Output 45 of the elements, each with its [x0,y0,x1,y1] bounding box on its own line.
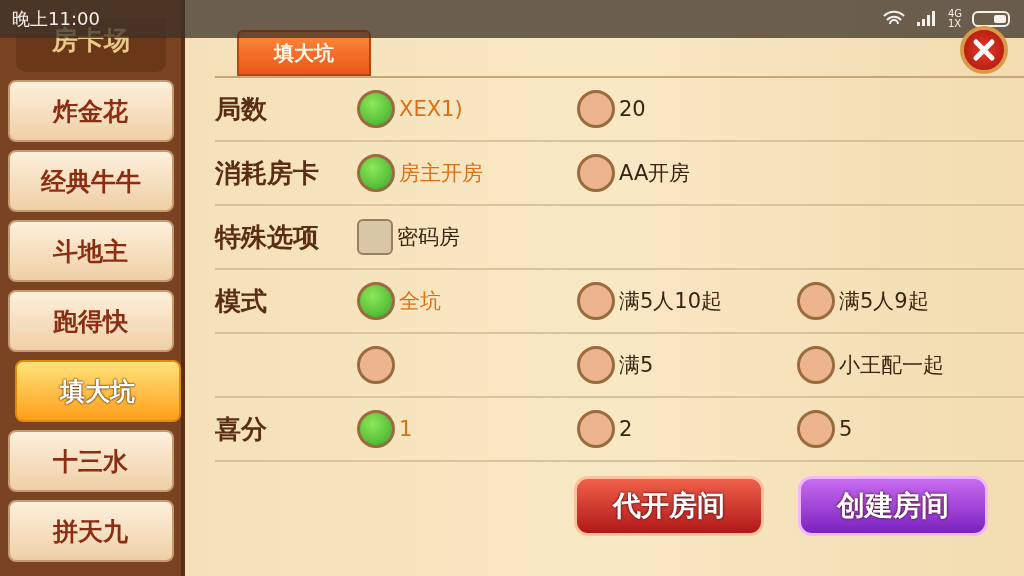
network-type: 4G 1X [947,9,962,29]
option-label: 20 [619,97,646,121]
close-button[interactable] [960,26,1008,74]
option-label: XEX1) [399,97,463,121]
radio-button[interactable] [797,282,835,320]
radio-button[interactable] [357,410,395,448]
game-menu-item[interactable]: 跑得快 [7,290,174,352]
option-label: 全坑 [399,288,441,315]
battery-icon [972,11,1012,27]
game-menu-item[interactable]: 经典牛牛 [7,150,174,212]
radio-button[interactable] [797,346,835,384]
game-menu-item[interactable]: 斗地主 [7,220,174,282]
option-group-label: 消耗房卡 [215,156,320,190]
option-label: 满5人9起 [839,288,929,315]
option-label: 房主开房 [399,160,483,187]
radio-button[interactable] [577,90,615,128]
option-label: 1 [399,417,413,441]
game-menu-item[interactable]: 炸金花 [7,80,174,142]
option-label: 2 [619,417,633,441]
radio-button[interactable] [357,282,395,320]
radio-button[interactable] [577,282,615,320]
option-group-label: 模式 [215,284,268,318]
radio-button[interactable] [357,90,395,128]
radio-button[interactable] [577,154,615,192]
radio-button[interactable] [357,154,395,192]
checkbox[interactable] [357,219,393,255]
option-label: 5 [839,417,853,441]
option-label: 小王配一起 [839,352,944,379]
option-group-label: 特殊选项 [215,220,320,254]
option-group-label: 喜分 [215,412,268,446]
close-icon [972,38,996,62]
radio-button[interactable] [577,346,615,384]
option-label: 满5 [619,352,654,379]
option-label: 密码房 [397,224,460,251]
radio-button[interactable] [577,410,615,448]
radio-button[interactable] [357,346,395,384]
option-label: 满5人10起 [619,288,723,315]
signal-icon [915,11,938,27]
proxy-room-button[interactable]: 代开房间 [574,476,764,536]
game-menu-item[interactable]: 十三水 [7,430,174,492]
option-label: AA开房 [619,160,691,187]
option-group-label: 局数 [215,92,268,126]
game-menu-item[interactable]: 拼天九 [7,500,174,562]
create-room-button[interactable]: 创建房间 [798,476,988,536]
radio-button[interactable] [797,410,835,448]
